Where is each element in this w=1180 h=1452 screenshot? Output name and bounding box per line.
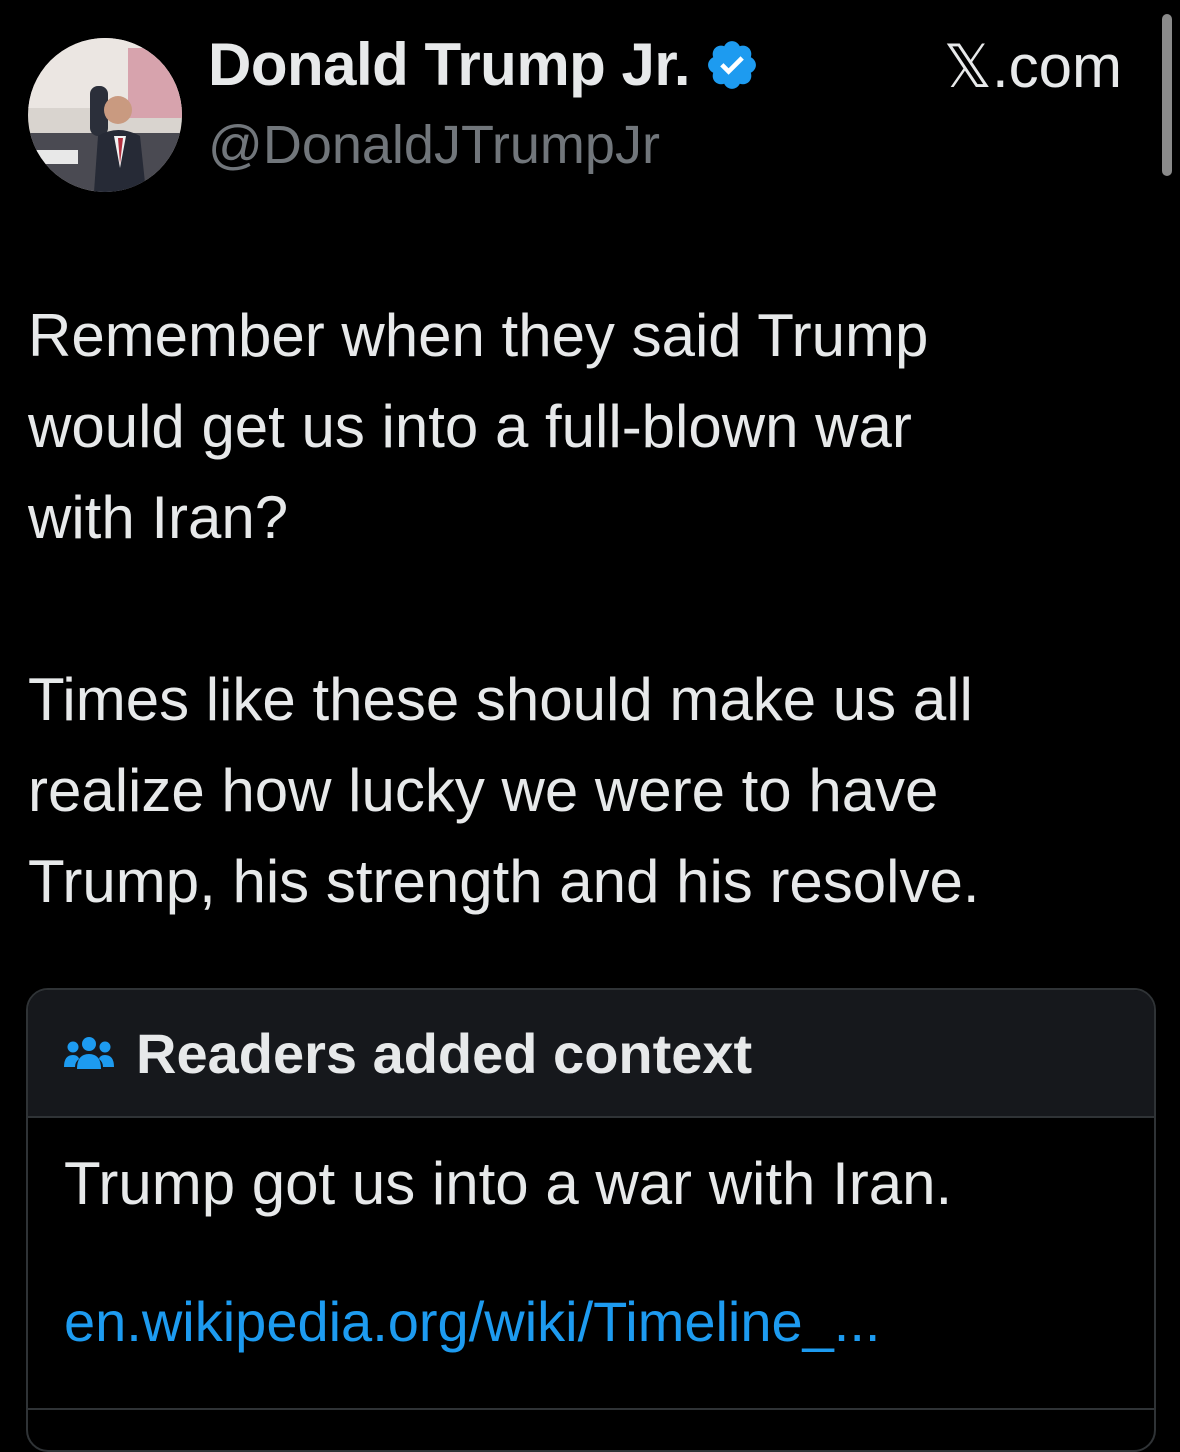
tweet-text: Remember when they said Trump would get … [28, 290, 1148, 927]
tweet-header: Donald Trump Jr. @DonaldJTrumpJr 𝕏.com [0, 0, 1180, 220]
name-row: Donald Trump Jr. [208, 30, 760, 99]
source-domain[interactable]: 𝕏.com [944, 32, 1122, 102]
scrollbar[interactable] [1162, 14, 1172, 176]
x-logo-icon: 𝕏 [943, 32, 992, 102]
tweet-paragraph: Times like these should make us all real… [28, 666, 980, 915]
profile-photo-icon [28, 38, 182, 192]
tweet-paragraph: Remember when they said Trump would get … [28, 302, 929, 551]
divider [28, 1408, 1154, 1410]
community-note-title: Readers added context [136, 1021, 753, 1085]
community-note-body: Trump got us into a war with Iran. en.wi… [28, 1118, 1154, 1362]
author-handle[interactable]: @DonaldJTrumpJr [208, 114, 660, 176]
community-note-link[interactable]: en.wikipedia.org/wiki/Timeline_... [64, 1282, 1154, 1362]
source-domain-text: .com [991, 33, 1122, 100]
community-note: Readers added context Trump got us into … [26, 988, 1156, 1452]
community-note-text: Trump got us into a war with Iran. [64, 1150, 953, 1217]
avatar[interactable] [28, 38, 182, 192]
verified-badge-icon[interactable] [704, 37, 760, 93]
people-icon [64, 1037, 114, 1069]
community-note-header: Readers added context [28, 990, 1154, 1118]
display-name[interactable]: Donald Trump Jr. [208, 30, 691, 99]
